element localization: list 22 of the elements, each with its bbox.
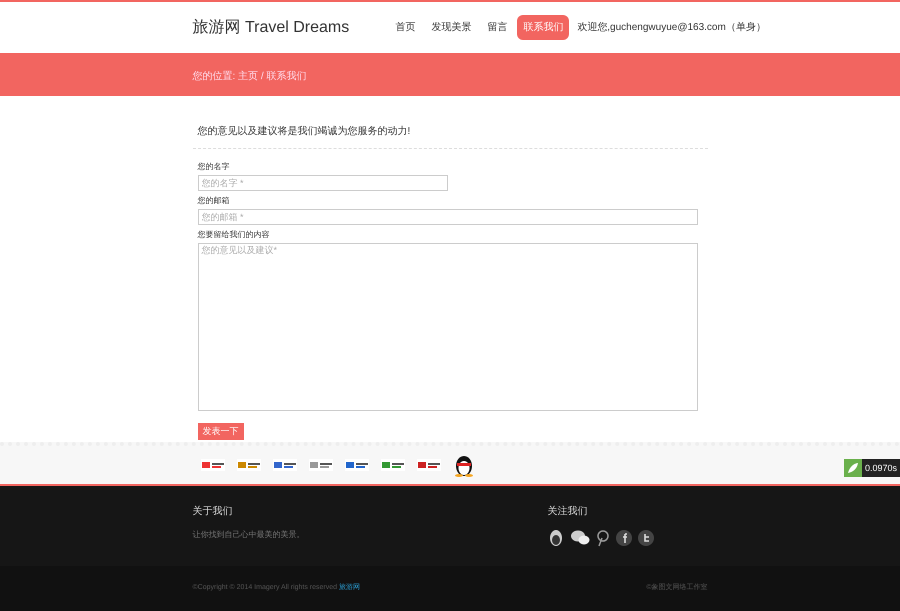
twitter-icon[interactable] [638, 530, 654, 546]
nav-link[interactable]: 发现美景 [425, 15, 478, 40]
field-label: 您要留给我们的内容 [198, 229, 270, 241]
breadcrumb: 您的位置: 主页 / 联系我们 [192, 70, 306, 82]
leaf-icon[interactable] [844, 459, 862, 477]
welcome-text: 欢迎您,guchengwuyue@163.com（单身） [577, 20, 766, 35]
nav-link[interactable]: 首页 [389, 15, 422, 40]
pin-icon[interactable] [596, 529, 610, 547]
field-label: 您的名字 [198, 161, 230, 173]
site-logo[interactable]: 旅游网 Travel Dreams [192, 16, 350, 40]
about-text: 让你找到自己心中最美的美景。 [192, 529, 304, 541]
facebook-icon[interactable] [616, 530, 632, 546]
input-field[interactable]: 您的邮箱 * [198, 209, 698, 225]
about-title: 关于我们 [192, 504, 234, 519]
message-field[interactable]: 您的意见以及建议* [198, 243, 698, 411]
input-field[interactable]: 您的名字 * [198, 175, 448, 191]
chat-bubbles-icon[interactable] [570, 530, 590, 546]
form-heading: 您的意见以及建议将是我们竭诚为您服务的动力! [198, 126, 410, 137]
nav-link[interactable]: 留言 [481, 15, 514, 40]
load-time: 0.0970s [862, 459, 900, 477]
follow-title: 关注我们 [548, 504, 588, 519]
field-label: 您的邮箱 [198, 195, 230, 207]
